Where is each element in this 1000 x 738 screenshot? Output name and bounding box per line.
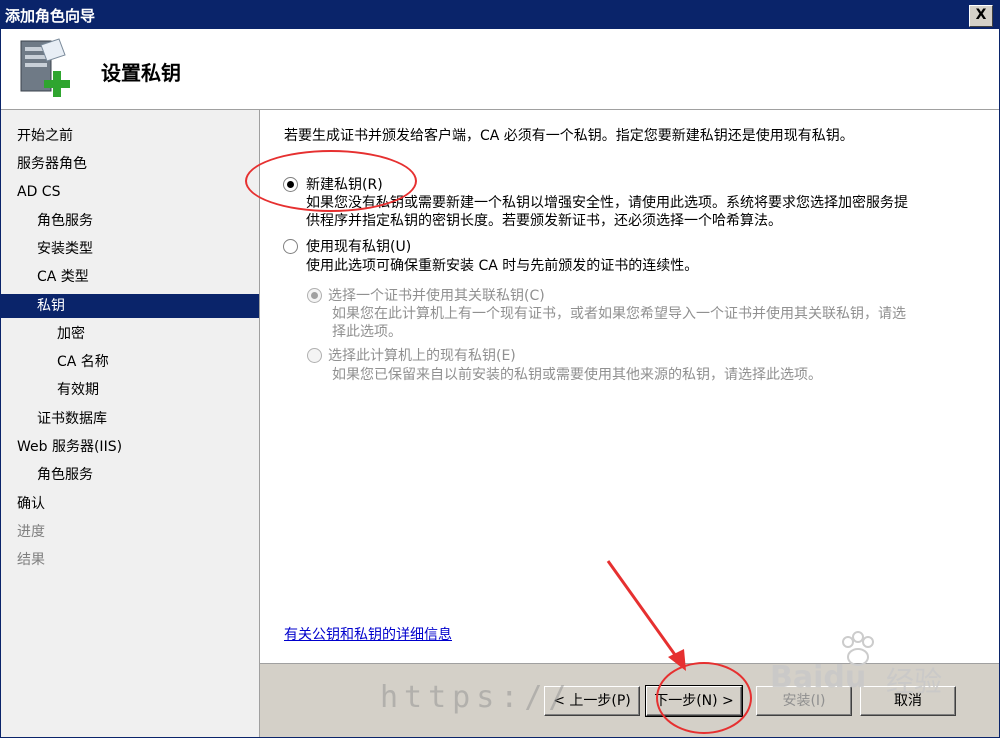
url-watermark: https:// <box>380 680 573 715</box>
step-role-services[interactable]: 角色服务 <box>37 209 93 233</box>
title-bar[interactable]: 添加角色向导 X <box>1 1 999 29</box>
step-before-you-begin[interactable]: 开始之前 <box>17 124 73 148</box>
step-web-server-iis[interactable]: Web 服务器(IIS) <box>17 435 122 459</box>
wizard-header: 设置私钥 <box>1 29 999 110</box>
select-cert-desc-line2: 择此选项。 <box>332 324 402 340</box>
add-roles-wizard-window: 添加角色向导 X 设置私钥 开始之前 服务器角色 AD CS 角色服务 安装类型… <box>0 0 1000 738</box>
existing-private-key-radio[interactable] <box>283 239 298 254</box>
select-cert-desc-line1: 如果您在此计算机上有一个现有证书，或者如果您希望导入一个证书并使用其关联私钥，请… <box>332 306 906 322</box>
step-confirmation[interactable]: 确认 <box>17 492 45 516</box>
intro-text: 若要生成证书并颁发给客户端，CA 必须有一个私钥。指定您要新建私钥还是使用现有私… <box>284 128 854 144</box>
step-private-key[interactable]: 私钥 <box>1 294 259 318</box>
select-certificate-radio[interactable] <box>307 288 322 303</box>
more-info-link[interactable]: 有关公钥和私钥的详细信息 <box>284 624 452 644</box>
select-existing-key-radio[interactable] <box>307 348 322 363</box>
new-key-desc-line2: 供程序并指定私钥的密钥长度。若要颁发新证书，还必须选择一个哈希算法。 <box>306 213 782 229</box>
step-iis-role-services[interactable]: 角色服务 <box>37 463 93 487</box>
window-title: 添加角色向导 <box>5 7 96 25</box>
close-button[interactable]: X <box>969 5 993 27</box>
annotation-arrow-icon <box>606 560 686 671</box>
baidu-brand: Baidu <box>770 660 867 695</box>
step-results: 结果 <box>17 552 45 568</box>
annotation-circle-new-key <box>245 150 417 212</box>
step-progress: 进度 <box>17 524 45 540</box>
baidu-watermark: Baidu 经验 <box>770 630 990 700</box>
step-ca-type[interactable]: CA 类型 <box>37 265 89 289</box>
step-ad-cs[interactable]: AD CS <box>17 180 60 204</box>
close-icon: X <box>975 7 987 23</box>
step-cryptography[interactable]: 加密 <box>57 322 85 346</box>
existing-private-key-description: 使用此选项可确保重新安装 CA 时与先前颁发的证书的连续性。 <box>306 258 699 274</box>
step-certificate-database[interactable]: 证书数据库 <box>37 407 107 431</box>
new-key-desc-line1: 如果您没有私钥或需要新建一个私钥以增强安全性，请使用此选项。系统将要求您选择加密… <box>306 195 908 211</box>
select-existing-key-description: 如果您已保留来自以前安装的私钥或需要使用其他来源的私钥，请选择此选项。 <box>332 367 822 383</box>
page-title: 设置私钥 <box>101 61 181 85</box>
baidu-tag: 经验 <box>886 665 943 698</box>
server-add-icon <box>20 38 70 97</box>
existing-private-key-label[interactable]: 使用现有私钥(U) <box>306 236 411 256</box>
step-ca-name[interactable]: CA 名称 <box>57 350 109 374</box>
step-private-key-label: 私钥 <box>37 298 65 314</box>
select-certificate-description: 如果您在此计算机上有一个现有证书，或者如果您希望导入一个证书并使用其关联私钥，请… <box>332 305 992 341</box>
select-existing-key-label[interactable]: 选择此计算机上的现有私钥(E) <box>328 345 516 365</box>
step-setup-type[interactable]: 安装类型 <box>37 237 93 261</box>
select-certificate-label[interactable]: 选择一个证书并使用其关联私钥(C) <box>328 285 545 305</box>
step-validity-period[interactable]: 有效期 <box>57 378 99 402</box>
wizard-step-list: 开始之前 服务器角色 AD CS 角色服务 安装类型 CA 类型 私钥 加密 C… <box>1 110 260 737</box>
new-private-key-description: 如果您没有私钥或需要新建一个私钥以增强安全性，请使用此选项。系统将要求您选择加密… <box>306 194 986 230</box>
step-server-roles[interactable]: 服务器角色 <box>17 152 87 176</box>
